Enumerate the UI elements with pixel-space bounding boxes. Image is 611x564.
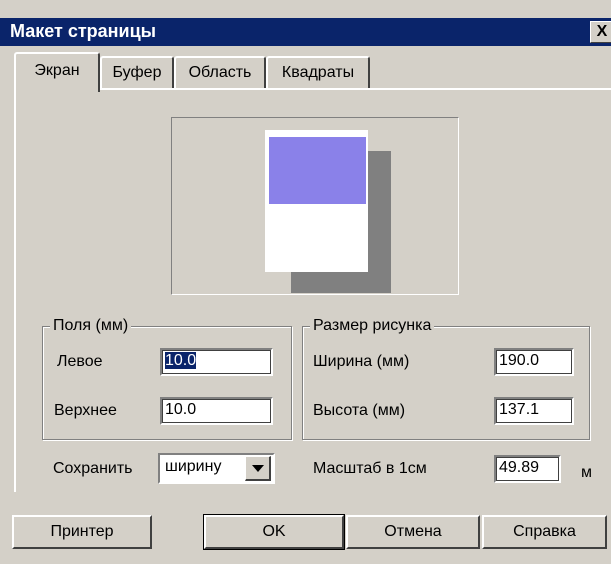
save-select[interactable]: ширину [158, 453, 275, 484]
tab-area[interactable]: Область [174, 56, 266, 90]
scale-unit: м [581, 464, 592, 481]
help-button[interactable]: Справка [482, 515, 607, 549]
chevron-down-icon [252, 465, 264, 472]
picture-size-legend: Размер рисунка [310, 317, 435, 335]
cancel-button[interactable]: Отмена [346, 515, 480, 549]
close-icon: X [596, 23, 608, 40]
left-margin-input[interactable]: 10.0 [160, 348, 273, 376]
height-label: Высота (мм) [313, 402, 406, 419]
ok-button[interactable]: OK [203, 514, 345, 550]
printer-button[interactable]: Принтер [12, 515, 152, 549]
margins-legend: Поля (мм) [50, 317, 132, 335]
close-button[interactable]: X [590, 21, 611, 43]
scale-input[interactable]: 49.89 [494, 455, 561, 483]
top-margin-label: Верхнее [54, 402, 117, 419]
save-dropdown-button[interactable] [245, 456, 271, 481]
page-layout-dialog: Макет страницы X Экран Буфер Область Ква… [0, 0, 611, 564]
title-bar[interactable]: Макет страницы X [0, 18, 611, 46]
width-input[interactable]: 190.0 [494, 348, 574, 376]
tab-squares[interactable]: Квадраты [266, 56, 370, 90]
picture-area [269, 137, 366, 204]
top-margin-input[interactable]: 10.0 [160, 397, 273, 425]
window-title: Макет страницы [10, 21, 157, 41]
width-label: Ширина (мм) [313, 353, 410, 370]
scale-label: Масштаб в 1см [313, 460, 427, 477]
left-margin-label: Левое [57, 353, 103, 370]
save-select-value: ширину [165, 458, 222, 475]
height-input[interactable]: 137.1 [494, 397, 574, 425]
tab-screen[interactable]: Экран [14, 52, 100, 92]
tab-buffer[interactable]: Буфер [100, 56, 174, 90]
save-label: Сохранить [53, 460, 133, 477]
